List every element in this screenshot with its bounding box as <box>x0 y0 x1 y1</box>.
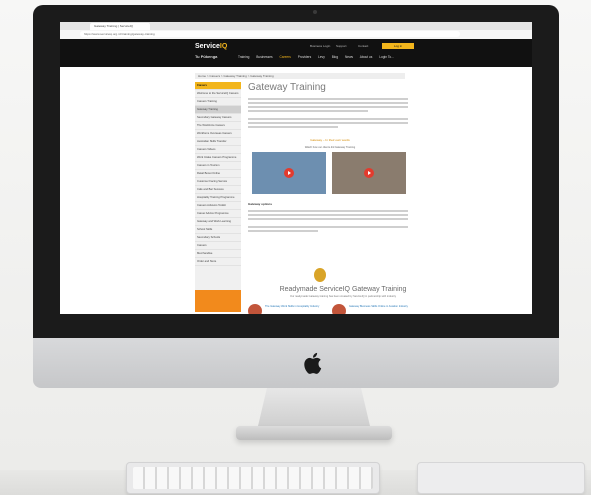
sidebar-item[interactable]: Work Intake Careers Programme <box>195 154 241 162</box>
sidebar-item[interactable]: Careers <box>195 82 241 90</box>
sidebar-item[interactable]: Customer Facing Service <box>195 178 241 186</box>
body-text-line <box>248 214 408 216</box>
sidebar-item[interactable]: Hospitality Training Programme <box>195 194 241 202</box>
course-title[interactable]: The Gateway Work Skills in Hospitality I… <box>265 305 325 308</box>
page-title: Gateway Training <box>248 82 326 93</box>
imac-stand-neck <box>258 388 370 426</box>
course-title[interactable]: Gateway Business Skills Online in Aviati… <box>349 305 409 308</box>
header-link[interactable]: Contact <box>358 44 368 48</box>
camera-icon <box>313 10 317 14</box>
video-thumbnail[interactable] <box>332 152 406 194</box>
sidebar-item[interactable]: Merchandise <box>195 250 241 258</box>
sidebar-item[interactable]: Careers Advisors Toolkit <box>195 202 241 210</box>
sidebar-item[interactable]: Retail Boost Online <box>195 170 241 178</box>
url-field[interactable]: https://www.serviceiq.org.nz/training/ga… <box>80 31 460 37</box>
site-logo-sub: Tu Pūkenga <box>195 54 218 59</box>
sidebar-item[interactable]: Careers in Tourism <box>195 162 241 170</box>
header-link[interactable]: Business Login <box>310 44 330 48</box>
course-card[interactable]: The Gateway Work Skills in Hospitality I… <box>248 304 328 314</box>
keyboard[interactable] <box>126 462 380 494</box>
nav-item[interactable]: Blog <box>332 55 338 59</box>
sidebar-item-selected[interactable]: Gateway Training <box>195 106 241 114</box>
imac-stand-foot <box>236 426 392 440</box>
sidebar-item[interactable]: The Workforce Careers <box>195 122 241 130</box>
sidebar-item[interactable]: Careers Training <box>195 98 241 106</box>
main-content: Gateway Training Gateway – In their own … <box>248 82 438 314</box>
nav-item[interactable]: News <box>345 55 353 59</box>
video-thumbnail[interactable] <box>252 152 326 194</box>
sidebar-item[interactable]: Order and Store <box>195 258 241 266</box>
sidebar: Careers Welcome to the ServiceIQ Careers… <box>195 82 241 312</box>
site-header: ServiceIQ Tu Pūkenga Business Login Supp… <box>60 39 532 67</box>
course-card[interactable]: Gateway Business Skills Online in Aviati… <box>332 304 412 314</box>
sidebar-item[interactable]: Australian Skills Transfer <box>195 138 241 146</box>
body-text-line <box>248 106 408 108</box>
sidebar-item[interactable]: Careers Videos <box>195 146 241 154</box>
window-controls[interactable] <box>63 24 83 37</box>
play-icon[interactable] <box>284 168 294 178</box>
body-text-line <box>248 210 408 212</box>
breadcrumb[interactable]: Home > Careers > Gateway Training > Gate… <box>195 73 405 79</box>
login-button[interactable]: Log in <box>382 43 414 49</box>
body-text-line <box>248 118 408 120</box>
course-image <box>332 304 346 314</box>
browser-tab[interactable]: Gateway Training | ServiceIQ <box>90 23 150 30</box>
section-heading: Gateway options <box>248 202 273 206</box>
sidebar-item[interactable]: Secondary Gateway Careers <box>195 114 241 122</box>
sidebar-item[interactable]: Welcome to the ServiceIQ Careers <box>195 90 241 98</box>
sidebar-item[interactable]: School Skills <box>195 226 241 234</box>
keyboard-keys[interactable] <box>133 467 373 489</box>
body-text-line <box>248 122 408 124</box>
imac-screen: Gateway Training | ServiceIQ https://www… <box>60 22 532 314</box>
body-text-line <box>248 110 368 112</box>
nav-item[interactable]: Businesses <box>256 55 272 59</box>
cta-subtitle: Watch how our clients did Gateway Traini… <box>304 146 356 149</box>
sidebar-item[interactable]: Career Advice Programme <box>195 210 241 218</box>
trackpad[interactable] <box>417 462 585 494</box>
sidebar-item[interactable]: Workforce Overseas Careers <box>195 130 241 138</box>
readymade-subtitle: Our readymade Gateway training has been … <box>289 295 397 298</box>
cta-heading[interactable]: Gateway – In their own words <box>300 138 360 144</box>
browser-tab-bar: Gateway Training | ServiceIQ <box>60 22 532 37</box>
body-text-line <box>248 218 408 220</box>
apple-logo-icon <box>304 352 322 374</box>
nav-item[interactable]: Levy <box>318 55 325 59</box>
sidebar-item[interactable]: Secondary Schools <box>195 234 241 242</box>
site-logo[interactable]: ServiceIQ <box>195 43 227 50</box>
readymade-title: Readymade ServiceIQ Gateway Training <box>279 286 407 293</box>
imac-chin <box>33 338 559 388</box>
nav-item[interactable]: Login To... <box>379 55 394 59</box>
award-badge-icon <box>314 268 326 282</box>
course-image <box>248 304 262 314</box>
nav-item[interactable]: Providers <box>298 55 311 59</box>
header-link[interactable]: Support <box>336 44 347 48</box>
body-text-line <box>248 98 408 100</box>
sidebar-promo-banner[interactable] <box>195 290 241 312</box>
body-text-line <box>248 126 338 128</box>
nav-item[interactable]: Training <box>238 55 249 59</box>
sidebar-item[interactable]: Careers <box>195 242 241 250</box>
play-icon[interactable] <box>364 168 374 178</box>
body-text-line <box>248 230 318 232</box>
nav-item-active[interactable]: Careers <box>280 55 291 59</box>
sidebar-item[interactable]: Cafe and Bar Success <box>195 186 241 194</box>
body-text-line <box>248 226 408 228</box>
main-nav: Training Businesses Careers Providers Le… <box>238 55 418 61</box>
sidebar-item[interactable]: Gateway and Work Learning <box>195 218 241 226</box>
nav-item[interactable]: About us <box>360 55 373 59</box>
body-text-line <box>248 102 408 104</box>
